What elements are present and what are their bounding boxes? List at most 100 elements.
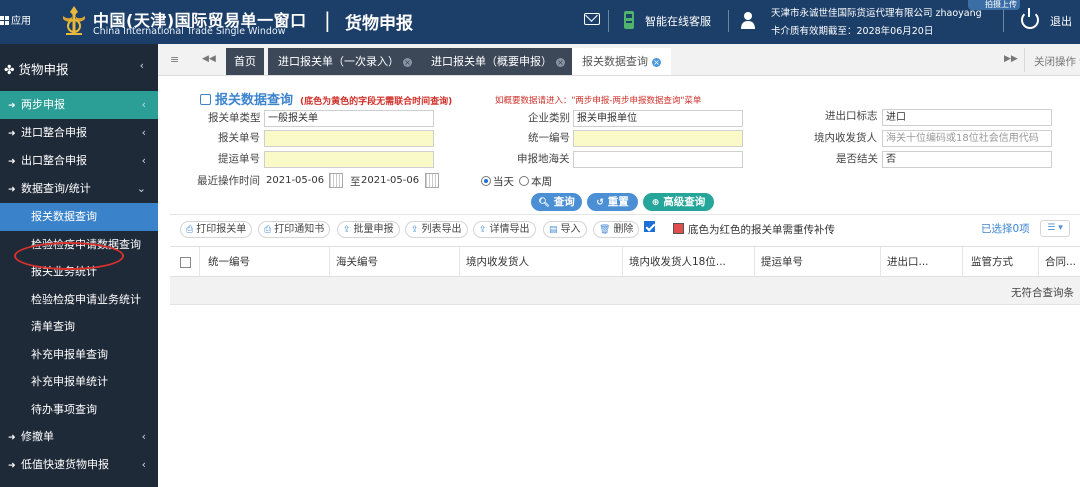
sidebar-item-two-step[interactable]: ➜ 两步申报 ‹ <box>0 91 158 119</box>
trash-icon: 🗑︎ <box>599 225 611 235</box>
robot-service-icon[interactable] <box>622 10 636 30</box>
date-from-input[interactable]: 2021-05-06 <box>264 173 326 190</box>
tab-bar-divider <box>1024 48 1025 72</box>
toolbar-checkbox[interactable] <box>644 221 655 232</box>
tab-home[interactable]: 首页 <box>226 48 264 75</box>
sidebar-item-supplement-stats[interactable]: 补充申报单统计 <box>0 368 158 396</box>
column-header[interactable]: 提运单号 <box>755 247 881 277</box>
delete-button[interactable]: 🗑︎ 删除 <box>593 221 640 238</box>
cleared-label: 是否结关 <box>836 153 878 165</box>
sidebar-item-manifest-query[interactable]: 清单查询 <box>0 313 158 341</box>
sidebar-item-customs-data-query[interactable]: 报关数据查询 <box>0 203 158 231</box>
tab-customs-data-query[interactable]: 报关数据查询 × <box>572 48 671 75</box>
column-header[interactable]: 统一编号 <box>200 247 330 277</box>
tab-import-once[interactable]: 进口报关单（一次录入） × <box>268 48 422 75</box>
cleared-select[interactable]: 否 <box>882 151 1052 168</box>
button-label: 打印报关单 <box>196 224 247 235</box>
sidebar-item-export-integrated[interactable]: ➜ 出口整合申报 ‹ <box>0 147 158 175</box>
column-header[interactable]: 境内收发货人 <box>460 247 623 277</box>
decl-no-input[interactable] <box>264 130 434 147</box>
undo-icon: ↺ <box>596 198 604 208</box>
radio-checked-icon <box>481 176 491 186</box>
import-button[interactable]: ▤ 导入 <box>543 221 587 238</box>
enterprise-type-select[interactable]: 报关申报单位 <box>573 110 743 127</box>
calendar-icon[interactable] <box>425 173 439 188</box>
bl-no-input[interactable] <box>264 151 434 168</box>
reset-button[interactable]: ↺ 重置 <box>587 193 638 211</box>
power-icon[interactable] <box>1021 8 1039 29</box>
upload-button[interactable]: 拍摄上传 <box>968 0 1020 10</box>
sign-in-icon: ➜ <box>8 101 16 111</box>
export-list-button[interactable]: ⇪ 列表导出 <box>405 221 468 238</box>
close-icon[interactable]: × <box>652 58 661 67</box>
print-icon: ⎙ <box>264 225 272 235</box>
columns-toggle-button[interactable]: ☰ ▾ <box>1040 220 1070 237</box>
unified-no-input[interactable] <box>573 130 743 147</box>
radio-week[interactable]: 本周 <box>519 174 552 189</box>
tab-label: 报关数据查询 <box>582 55 648 68</box>
sidebar-item-supplement-query[interactable]: 补充申报单查询 <box>0 341 158 369</box>
online-service-link[interactable]: 智能在线客服 <box>645 13 711 29</box>
consignee-input[interactable]: 海关十位编码或18位社会信用代码 <box>882 130 1052 147</box>
radio-unchecked-icon <box>519 176 529 186</box>
page-title-text: 报关数据查询 <box>215 93 294 108</box>
sidebar-item-low-value[interactable]: ➜ 低值快速货物申报 ‹ <box>0 451 158 479</box>
button-label: 详情导出 <box>489 224 530 235</box>
column-header[interactable]: 进出口... <box>881 247 963 277</box>
sidebar-item-import-integrated[interactable]: ➜ 进口整合申报 ‹ <box>0 119 158 147</box>
column-header[interactable]: 监管方式 <box>963 247 1039 277</box>
chevron-left-icon: ‹ <box>141 458 146 471</box>
menu-toggle-icon[interactable]: ≡ <box>170 53 179 66</box>
consignee-label: 境内收发货人 <box>814 132 877 144</box>
sidebar-section-cargo[interactable]: ✤ 货物申报 ‹ <box>0 44 158 91</box>
advanced-query-button[interactable]: ⊕ 高级查询 <box>643 193 714 211</box>
calendar-icon[interactable] <box>329 173 343 188</box>
column-header[interactable]: 境内收发货人18位... <box>623 247 755 277</box>
upload-icon: ⇪ <box>411 225 419 235</box>
sidebar-item-label: 修撤单 <box>21 430 54 443</box>
close-ops-dropdown[interactable]: 关闭操作 ▾ <box>1034 54 1080 69</box>
tabs-prev-icon[interactable]: ◀◀ <box>202 54 216 64</box>
chevron-left-icon: ‹ <box>141 126 146 139</box>
select-all-cell <box>170 247 200 277</box>
customs-emblem-icon <box>63 6 85 35</box>
decl-customs-input[interactable] <box>573 151 743 168</box>
mail-icon[interactable] <box>584 13 600 25</box>
sidebar-item-inspection-stats[interactable]: 检验检疫申请业务统计 <box>0 286 158 314</box>
radio-today[interactable]: 当天 <box>481 174 514 189</box>
select-all-checkbox[interactable] <box>180 257 191 268</box>
button-label: 列表导出 <box>421 224 462 235</box>
sidebar-item-revoke[interactable]: ➜ 修撤单 ‹ <box>0 423 158 451</box>
title-separator: | <box>324 8 331 32</box>
ie-flag-select[interactable]: 进口 <box>882 109 1052 126</box>
sidebar-item-todo-query[interactable]: 待办事项查询 <box>0 396 158 424</box>
date-to-input[interactable]: 2021-05-06 <box>360 173 422 190</box>
decl-type-select[interactable]: 一般报关单 <box>264 110 434 127</box>
header-divider <box>728 10 729 32</box>
sidebar-item-label: 两步申报 <box>21 98 65 111</box>
user-icon[interactable] <box>740 11 756 29</box>
column-header[interactable]: 海关编号 <box>330 247 460 277</box>
query-button[interactable]: 🔍︎ 查询 <box>531 193 582 211</box>
button-label: 重置 <box>607 196 629 208</box>
sidebar-item-data-query[interactable]: ➜ 数据查询/统计 ⌄ <box>0 175 158 203</box>
tab-bar: ≡ ◀◀ 首页 进口报关单（一次录入） × 进口报关单（概要申报） × 报关数据查询… <box>158 44 1080 76</box>
search-plus-icon: ⊕ <box>651 198 660 208</box>
print-decl-button[interactable]: ⎙ 打印报关单 <box>180 221 253 238</box>
close-icon[interactable]: × <box>403 58 412 67</box>
column-header[interactable]: 合同... <box>1039 247 1080 277</box>
top-header: 应用 中国(天津)国际贸易单一窗口 China International Tr… <box>0 0 1080 44</box>
batch-declare-button[interactable]: ⇪ 批量申报 <box>337 221 400 238</box>
export-detail-button[interactable]: ⇪ 详情导出 <box>473 221 536 238</box>
apps-menu[interactable]: 应用 <box>0 12 31 27</box>
close-icon[interactable]: × <box>556 58 565 67</box>
red-highlight-circle <box>14 242 124 270</box>
tab-import-summary[interactable]: 进口报关单（概要申报） × <box>421 48 575 75</box>
toolbar-divider <box>170 214 1080 215</box>
chevron-left-icon: ‹ <box>139 59 144 72</box>
print-notice-button[interactable]: ⎙ 打印通知书 <box>258 221 331 238</box>
radio-label: 当天 <box>493 176 514 188</box>
button-label: 删除 <box>613 224 634 235</box>
tabs-next-icon[interactable]: ▶▶ <box>1004 54 1018 64</box>
logout-link[interactable]: 退出 <box>1050 13 1072 29</box>
